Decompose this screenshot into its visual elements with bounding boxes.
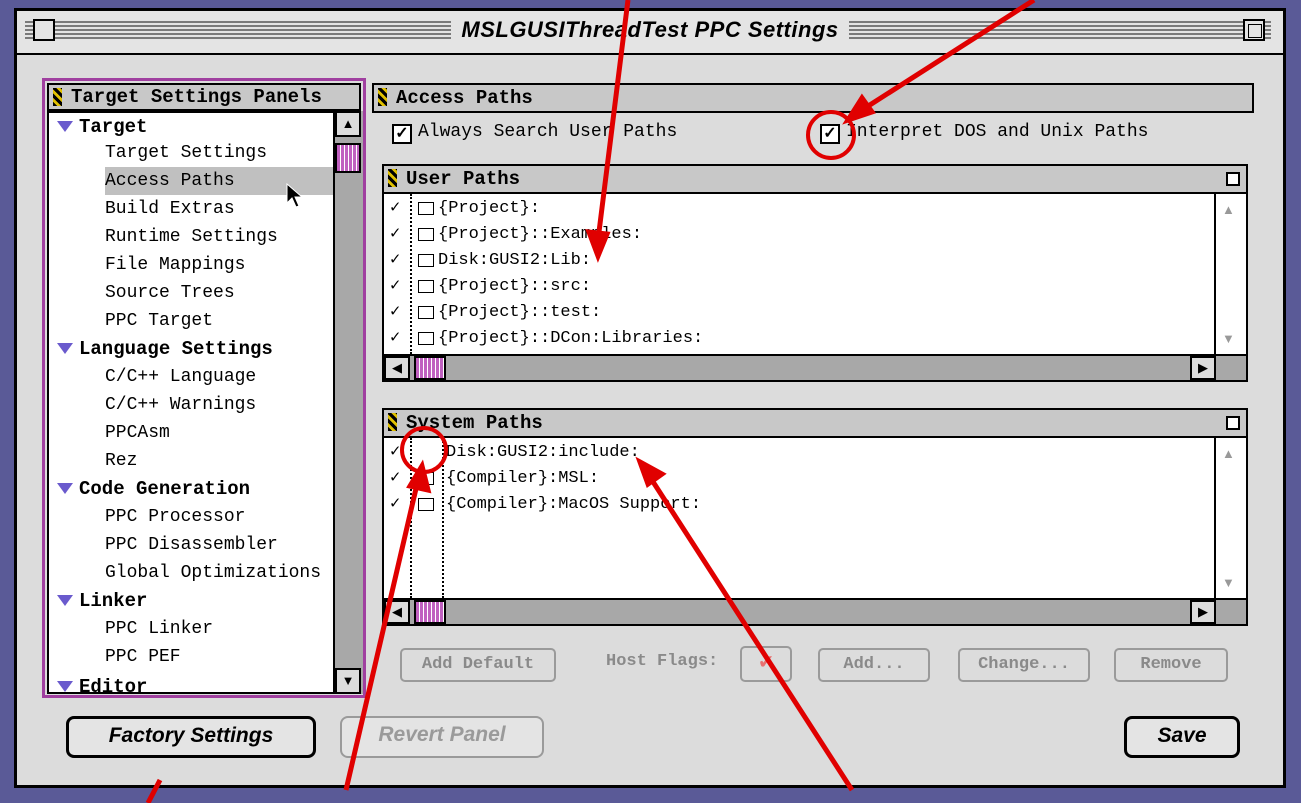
annotation-arrows [145, 0, 1036, 803]
